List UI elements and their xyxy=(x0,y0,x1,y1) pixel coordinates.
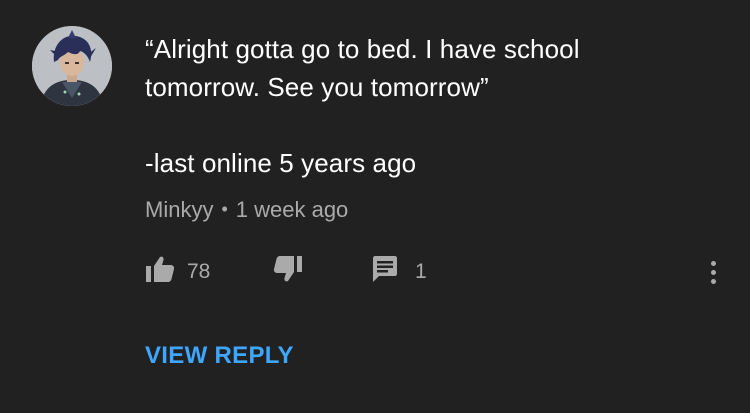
author-name[interactable]: Minkyy xyxy=(145,197,213,222)
comment-thread: “Alright gotta go to bed. I have school … xyxy=(0,0,750,413)
thumbs-down-icon xyxy=(273,255,303,289)
comment-body: “Alright gotta go to bed. I have school … xyxy=(145,30,705,182)
more-vertical-icon-dot xyxy=(710,269,716,275)
like-button[interactable]: 78 xyxy=(145,255,210,289)
avatar-illustration xyxy=(32,26,112,106)
comment-line: “Alright gotta go to bed. I have school xyxy=(145,34,580,64)
comment-icon xyxy=(371,255,399,289)
more-vertical-icon-dot xyxy=(710,278,716,284)
comment-meta: Minkyy • 1 week ago xyxy=(145,196,348,225)
thumbs-up-icon xyxy=(145,255,175,289)
like-count: 78 xyxy=(187,260,211,283)
more-options-button[interactable] xyxy=(701,255,725,289)
comment-line: -last online 5 years ago xyxy=(145,148,417,178)
dislike-button[interactable] xyxy=(273,255,303,289)
comment-line: tomorrow. See you tomorrow” xyxy=(145,72,489,102)
comment-timestamp[interactable]: 1 week ago xyxy=(236,197,349,222)
reply-button[interactable]: 1 xyxy=(371,255,427,289)
meta-separator: • xyxy=(221,199,228,219)
reply-count: 1 xyxy=(415,260,427,283)
avatar[interactable] xyxy=(32,26,112,106)
view-reply-link[interactable]: VIEW REPLY xyxy=(145,342,294,370)
comment-actions: 78 1 xyxy=(145,255,725,289)
more-vertical-icon-dot xyxy=(710,260,716,266)
